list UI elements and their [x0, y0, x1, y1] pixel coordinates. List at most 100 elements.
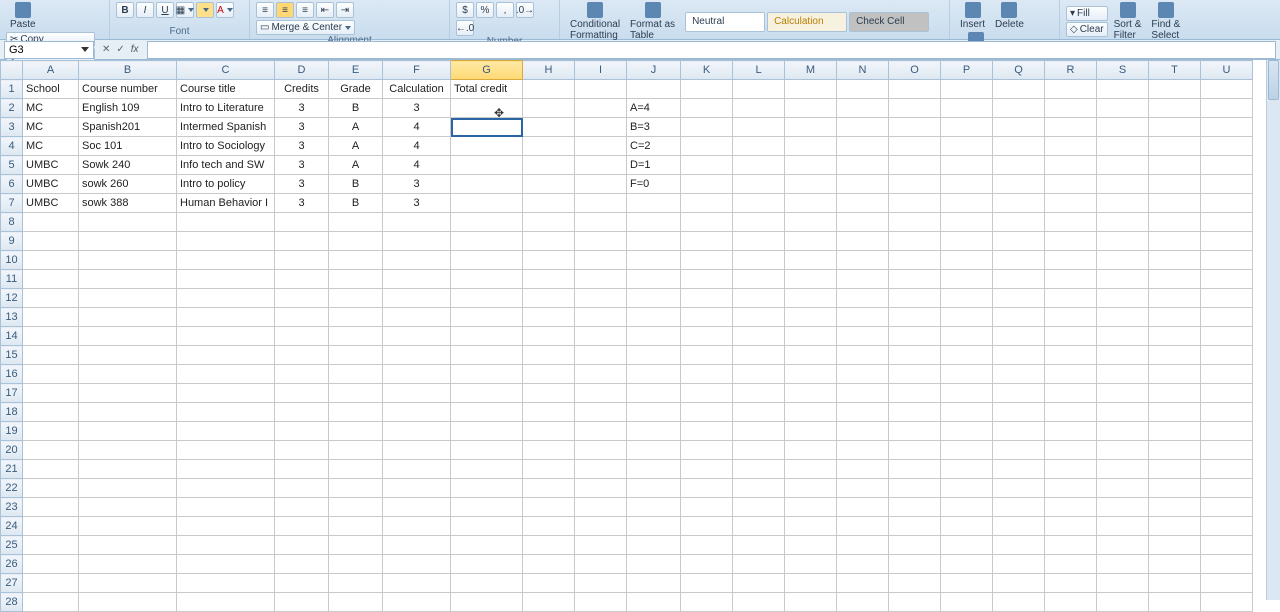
cell-L13[interactable]: [733, 308, 785, 327]
cell-Q24[interactable]: [993, 517, 1045, 536]
cell-E1[interactable]: Grade: [329, 80, 383, 99]
cell-J10[interactable]: [627, 251, 681, 270]
cell-C2[interactable]: Intro to Literature: [177, 99, 275, 118]
cell-D25[interactable]: [275, 536, 329, 555]
cell-R27[interactable]: [1045, 574, 1097, 593]
cell-S17[interactable]: [1097, 384, 1149, 403]
cell-O24[interactable]: [889, 517, 941, 536]
cell-P9[interactable]: [941, 232, 993, 251]
cell-N14[interactable]: [837, 327, 889, 346]
cell-T4[interactable]: [1149, 137, 1201, 156]
cell-U13[interactable]: [1201, 308, 1253, 327]
row-header-12[interactable]: 12: [1, 289, 23, 308]
fill-button[interactable]: ▾ Fill: [1066, 6, 1108, 21]
cell-T12[interactable]: [1149, 289, 1201, 308]
cell-C17[interactable]: [177, 384, 275, 403]
cell-P8[interactable]: [941, 213, 993, 232]
percent-button[interactable]: %: [476, 2, 494, 18]
cell-R3[interactable]: [1045, 118, 1097, 137]
cell-U20[interactable]: [1201, 441, 1253, 460]
cell-S28[interactable]: [1097, 593, 1149, 612]
cell-N12[interactable]: [837, 289, 889, 308]
cell-B21[interactable]: [79, 460, 177, 479]
cell-H10[interactable]: [523, 251, 575, 270]
cell-A14[interactable]: [23, 327, 79, 346]
cell-C15[interactable]: [177, 346, 275, 365]
cell-E11[interactable]: [329, 270, 383, 289]
cell-L3[interactable]: [733, 118, 785, 137]
cell-P12[interactable]: [941, 289, 993, 308]
row-header-6[interactable]: 6: [1, 175, 23, 194]
cell-B23[interactable]: [79, 498, 177, 517]
cell-E16[interactable]: [329, 365, 383, 384]
cell-P10[interactable]: [941, 251, 993, 270]
cell-U17[interactable]: [1201, 384, 1253, 403]
cell-Q19[interactable]: [993, 422, 1045, 441]
cell-I5[interactable]: [575, 156, 627, 175]
cell-U6[interactable]: [1201, 175, 1253, 194]
cell-H16[interactable]: [523, 365, 575, 384]
align-middle-button[interactable]: ≡: [276, 2, 294, 18]
cell-S13[interactable]: [1097, 308, 1149, 327]
cell-C6[interactable]: Intro to policy: [177, 175, 275, 194]
column-header-H[interactable]: H: [523, 61, 575, 80]
cell-J24[interactable]: [627, 517, 681, 536]
cell-U15[interactable]: [1201, 346, 1253, 365]
cell-G27[interactable]: [451, 574, 523, 593]
cell-Q2[interactable]: [993, 99, 1045, 118]
cell-B27[interactable]: [79, 574, 177, 593]
cell-B18[interactable]: [79, 403, 177, 422]
cell-P22[interactable]: [941, 479, 993, 498]
cell-I21[interactable]: [575, 460, 627, 479]
cell-J25[interactable]: [627, 536, 681, 555]
cell-H26[interactable]: [523, 555, 575, 574]
cell-T19[interactable]: [1149, 422, 1201, 441]
cell-O19[interactable]: [889, 422, 941, 441]
cell-H7[interactable]: [523, 194, 575, 213]
clear-button[interactable]: ◇ Clear: [1066, 22, 1108, 37]
cell-H8[interactable]: [523, 213, 575, 232]
cell-U4[interactable]: [1201, 137, 1253, 156]
cell-P26[interactable]: [941, 555, 993, 574]
cell-C22[interactable]: [177, 479, 275, 498]
cell-S15[interactable]: [1097, 346, 1149, 365]
cell-N19[interactable]: [837, 422, 889, 441]
cell-J22[interactable]: [627, 479, 681, 498]
cell-H17[interactable]: [523, 384, 575, 403]
cell-H22[interactable]: [523, 479, 575, 498]
cell-J1[interactable]: [627, 80, 681, 99]
cell-B15[interactable]: [79, 346, 177, 365]
cell-D16[interactable]: [275, 365, 329, 384]
cell-T28[interactable]: [1149, 593, 1201, 612]
cell-F18[interactable]: [383, 403, 451, 422]
cell-J3[interactable]: B=3: [627, 118, 681, 137]
cell-L16[interactable]: [733, 365, 785, 384]
cell-F12[interactable]: [383, 289, 451, 308]
conditional-formatting-button[interactable]: Conditional Formatting: [566, 2, 624, 41]
cell-J18[interactable]: [627, 403, 681, 422]
cell-U14[interactable]: [1201, 327, 1253, 346]
cell-K26[interactable]: [681, 555, 733, 574]
cell-L10[interactable]: [733, 251, 785, 270]
cell-N6[interactable]: [837, 175, 889, 194]
cell-A18[interactable]: [23, 403, 79, 422]
cell-F17[interactable]: [383, 384, 451, 403]
cell-H20[interactable]: [523, 441, 575, 460]
cell-G4[interactable]: [451, 137, 523, 156]
cell-I20[interactable]: [575, 441, 627, 460]
formula-input[interactable]: [147, 41, 1276, 59]
currency-button[interactable]: $: [456, 2, 474, 18]
cell-H3[interactable]: [523, 118, 575, 137]
format-as-table-button[interactable]: Format as Table: [626, 2, 679, 41]
cell-Q22[interactable]: [993, 479, 1045, 498]
cell-J4[interactable]: C=2: [627, 137, 681, 156]
cell-M22[interactable]: [785, 479, 837, 498]
cell-G3[interactable]: [451, 118, 523, 137]
cell-A16[interactable]: [23, 365, 79, 384]
decrease-decimal-button[interactable]: ←.0: [456, 20, 474, 36]
cell-P18[interactable]: [941, 403, 993, 422]
cell-I18[interactable]: [575, 403, 627, 422]
cell-N28[interactable]: [837, 593, 889, 612]
cell-P11[interactable]: [941, 270, 993, 289]
cell-G10[interactable]: [451, 251, 523, 270]
